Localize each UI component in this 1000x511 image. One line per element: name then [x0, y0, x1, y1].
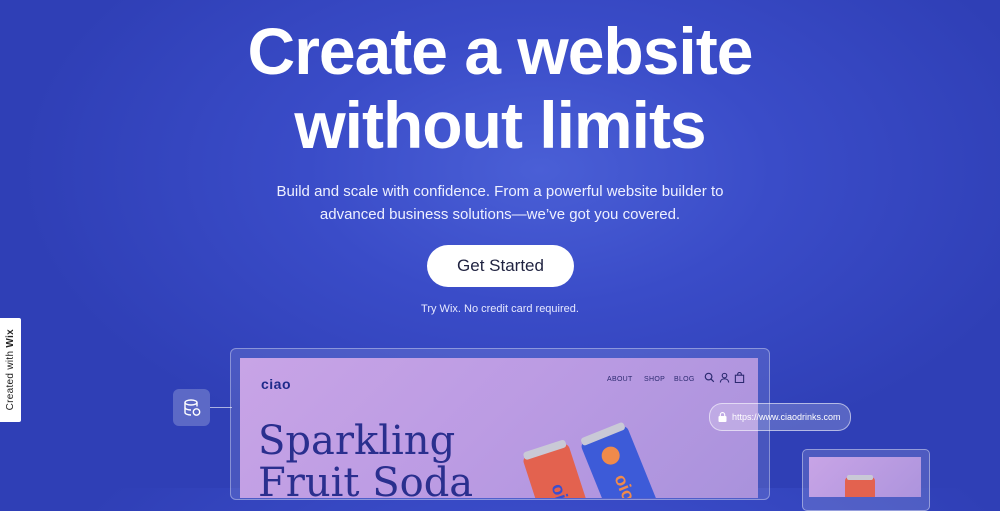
mockup-nav-about: ABOUT	[607, 376, 633, 383]
url-text: https://www.ciaodrinks.com	[732, 412, 841, 422]
desktop-mockup-screen: ciao ABOUT SHOP BLOG Sparkling Fruit Sod…	[240, 358, 758, 498]
mockup-headline-line-1: Sparkling	[258, 418, 456, 464]
mockup-nav-blog: BLOG	[674, 376, 695, 383]
search-icon	[704, 372, 715, 383]
hero-title-line-1: Create a website	[247, 14, 754, 88]
hero-subtitle-line-1: Build and scale with confidence. From a …	[276, 183, 724, 200]
mockup-nav-icons	[704, 372, 745, 383]
created-with-wix-badge[interactable]: Created with Wix	[0, 318, 21, 422]
user-icon	[719, 372, 730, 383]
get-started-button[interactable]: Get Started	[427, 245, 574, 287]
created-with-wix-label: Created with Wix	[5, 329, 16, 410]
mockup-nav: ABOUT SHOP BLOG	[607, 376, 696, 383]
badge-prefix: Created with	[5, 347, 16, 411]
hero-title-line-2: without limits	[294, 88, 706, 162]
mockup-headline-line-2: Fruit Soda	[258, 460, 474, 498]
mobile-can-image	[845, 475, 875, 497]
hero-subtitle-line-2: advanced business solutions—we’ve got yo…	[319, 206, 681, 223]
database-tile	[173, 389, 210, 426]
mobile-mockup-screen	[809, 457, 921, 497]
database-icon	[183, 398, 200, 416]
cta-note: Try Wix. No credit card required.	[421, 303, 579, 315]
bag-icon	[734, 372, 745, 383]
hero-subtitle: Build and scale with confidence. From a …	[250, 180, 750, 226]
connector-line	[210, 407, 232, 408]
soda-cans-image: oio oio	[523, 422, 659, 498]
hero-title: Create a website without limits	[0, 14, 1000, 162]
mockup-logo: ciao	[261, 376, 292, 392]
mockup-headline: Sparkling Fruit Soda	[258, 420, 473, 498]
url-pill: https://www.ciaodrinks.com	[709, 403, 851, 431]
lock-icon	[718, 412, 727, 422]
mockup-nav-shop: SHOP	[644, 376, 666, 383]
badge-brand: Wix	[5, 329, 16, 348]
